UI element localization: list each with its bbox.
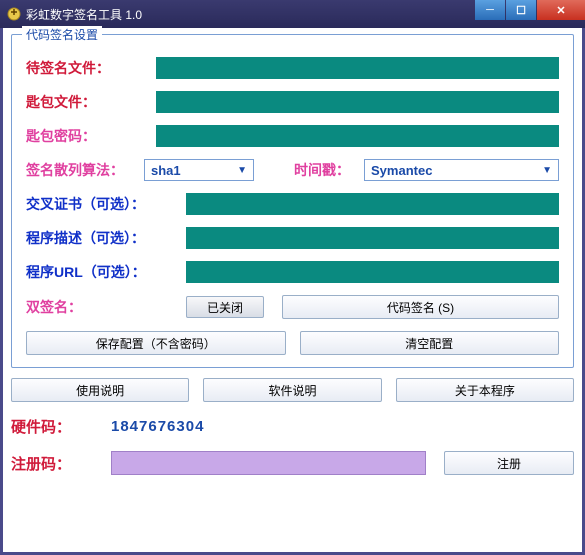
file-to-sign-label: 待签名文件： bbox=[26, 58, 156, 78]
desc-label: 程序描述（可选）： bbox=[26, 228, 186, 248]
dualsign-label: 双签名： bbox=[26, 297, 186, 317]
url-input[interactable] bbox=[186, 261, 559, 283]
regcode-input[interactable] bbox=[111, 451, 426, 475]
software-info-button[interactable]: 软件说明 bbox=[203, 378, 381, 402]
dualsign-toggle[interactable]: 已关闭 bbox=[186, 296, 264, 318]
hash-combo-value: sha1 bbox=[151, 163, 181, 178]
codesign-button[interactable]: 代码签名 (S) bbox=[282, 295, 559, 319]
timestamp-combo[interactable]: Symantec ▼ bbox=[364, 159, 559, 181]
chevron-down-icon: ▼ bbox=[237, 165, 247, 176]
clear-config-button[interactable]: 清空配置 bbox=[300, 331, 560, 355]
timestamp-label: 时间戳： bbox=[294, 160, 350, 180]
timestamp-combo-value: Symantec bbox=[371, 163, 432, 178]
usage-button[interactable]: 使用说明 bbox=[11, 378, 189, 402]
hwid-label: 硬件码： bbox=[11, 416, 111, 437]
minimize-button[interactable]: ─ bbox=[475, 0, 505, 20]
register-button[interactable]: 注册 bbox=[444, 451, 574, 475]
group-legend: 代码签名设置 bbox=[22, 26, 102, 43]
about-button[interactable]: 关于本程序 bbox=[396, 378, 574, 402]
chevron-down-icon: ▼ bbox=[542, 165, 552, 176]
window-controls: ─ ☐ ✕ bbox=[475, 0, 585, 20]
file-to-sign-input[interactable] bbox=[156, 57, 559, 79]
keyfile-label: 匙包文件： bbox=[26, 92, 156, 112]
keypass-input[interactable] bbox=[156, 125, 559, 147]
window-title: 彩虹数字签名工具 1.0 bbox=[26, 6, 142, 23]
keypass-label: 匙包密码： bbox=[26, 126, 156, 146]
app-icon bbox=[6, 6, 22, 22]
cross-cert-label: 交叉证书（可选）： bbox=[26, 194, 186, 214]
hash-label: 签名散列算法： bbox=[26, 160, 144, 180]
url-label: 程序URL（可选）： bbox=[26, 262, 186, 282]
signing-settings-group: 代码签名设置 待签名文件： 匙包文件： 匙包密码： 签名散列算法： sha1 ▼… bbox=[11, 34, 574, 368]
desc-input[interactable] bbox=[186, 227, 559, 249]
hash-combo[interactable]: sha1 ▼ bbox=[144, 159, 254, 181]
hwid-value: 1847676304 bbox=[111, 418, 204, 435]
titlebar: 彩虹数字签名工具 1.0 ─ ☐ ✕ bbox=[0, 0, 585, 28]
save-config-button[interactable]: 保存配置（不含密码） bbox=[26, 331, 286, 355]
close-button[interactable]: ✕ bbox=[537, 0, 585, 20]
regcode-label: 注册码： bbox=[11, 453, 111, 474]
keyfile-input[interactable] bbox=[156, 91, 559, 113]
client-area: 代码签名设置 待签名文件： 匙包文件： 匙包密码： 签名散列算法： sha1 ▼… bbox=[3, 28, 582, 552]
cross-cert-input[interactable] bbox=[186, 193, 559, 215]
maximize-button[interactable]: ☐ bbox=[506, 0, 536, 20]
